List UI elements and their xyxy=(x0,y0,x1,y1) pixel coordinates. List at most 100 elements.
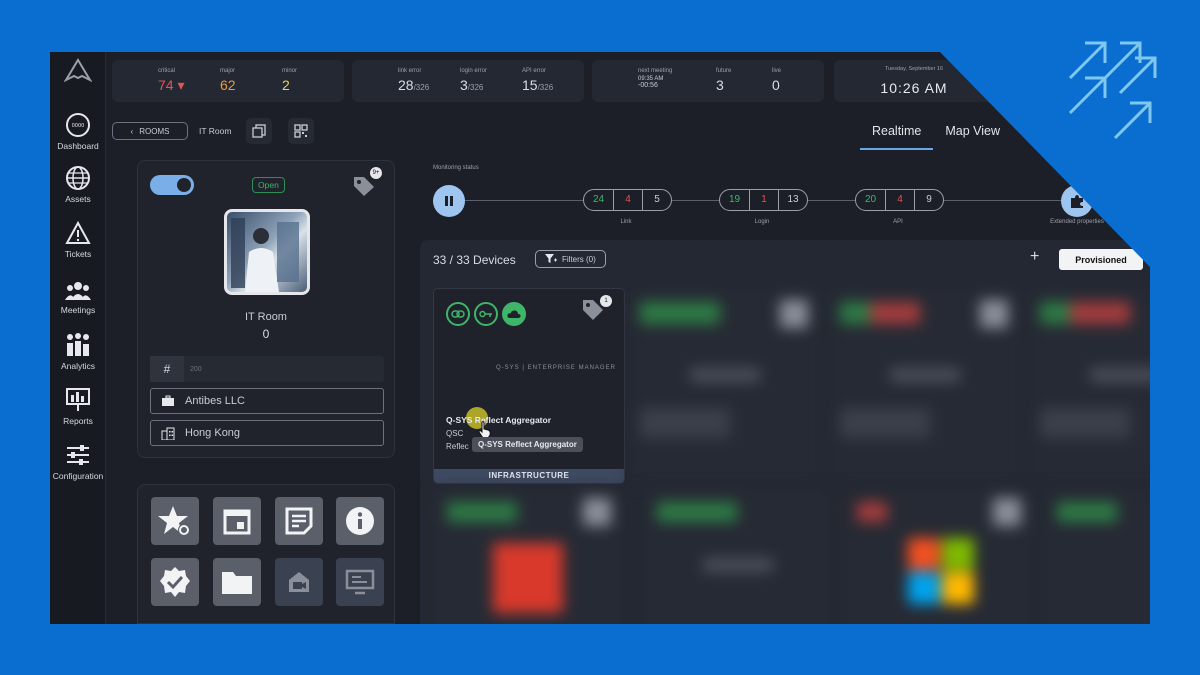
camera-tile[interactable] xyxy=(275,558,323,606)
analytics-icon xyxy=(67,333,89,356)
api-error-stat: API error 15/326 xyxy=(522,68,554,93)
sidebar-item-dashboard[interactable]: 0000 Dashboard xyxy=(50,112,106,151)
calendar-tile[interactable] xyxy=(213,497,261,545)
device-count: 33 / 33 Devices xyxy=(433,253,516,267)
briefcase-icon xyxy=(162,395,174,406)
api-status-group[interactable]: 20 4 9 xyxy=(855,189,944,211)
link-error-stat: link error 28/326 xyxy=(398,68,430,93)
room-enabled-toggle[interactable] xyxy=(150,175,194,195)
alerts-summary[interactable]: critical 74 ▾ major 62 minor 2 xyxy=(112,60,344,102)
login-status-label: Login xyxy=(754,219,770,225)
device-manufacturer: QSC xyxy=(446,429,464,438)
sidebar-item-label: Dashboard xyxy=(57,141,99,151)
major-stat: major 62 xyxy=(220,68,236,93)
login-status-group[interactable]: 19 1 13 xyxy=(719,189,808,211)
blurred-device-cards-row-2 xyxy=(433,488,1150,624)
device-category: INFRASTRUCTURE xyxy=(434,469,624,483)
api-status-indicator xyxy=(502,302,526,326)
live-meetings-stat: live 0 xyxy=(772,68,782,93)
star-gear-icon xyxy=(158,506,190,536)
favorites-settings-tile[interactable] xyxy=(151,497,199,545)
calendar-icon xyxy=(223,509,251,535)
sidebar-item-label: Reports xyxy=(63,416,93,426)
folder-icon xyxy=(222,572,252,594)
device-card[interactable]: 1 Q-SYS | ENTERPRISE MANAGER Q-SYS Refle… xyxy=(433,288,625,484)
display-icon xyxy=(345,569,375,595)
room-device-count: 0 xyxy=(262,327,270,341)
sidebar-item-label: Assets xyxy=(65,194,91,204)
camera-icon xyxy=(289,572,309,592)
notes-tile[interactable] xyxy=(275,497,323,545)
verified-icon xyxy=(160,567,190,597)
building-icon xyxy=(161,427,175,440)
svg-text:0000: 0000 xyxy=(72,123,85,129)
next-meeting-stat: next meeting 09:35 AM -00:56 xyxy=(638,68,673,89)
sidebar-item-label: Analytics xyxy=(60,361,95,371)
sidebar-item-tickets[interactable]: Tickets xyxy=(50,220,106,259)
tab-realtime[interactable]: Realtime xyxy=(860,120,934,150)
sidebar: 0000 Dashboard Assets Tickets Meetings A… xyxy=(50,52,106,624)
room-number-field[interactable]: # 200 xyxy=(150,356,384,382)
meetings-summary[interactable]: next meeting 09:35 AM -00:56 future 3 live 0 xyxy=(592,60,824,102)
critical-stat: critical 74 ▾ xyxy=(158,68,185,93)
pause-monitoring-button[interactable] xyxy=(433,185,465,217)
device-tag-count-badge: 1 xyxy=(600,295,612,307)
provisioned-filter-button[interactable]: Provisioned xyxy=(1059,249,1143,270)
files-tile[interactable] xyxy=(213,558,261,606)
device-product-line: Reflec xyxy=(446,442,469,451)
cloud-icon xyxy=(507,310,521,318)
login-error-stat: login error 3/326 xyxy=(460,68,488,93)
sidebar-item-assets[interactable]: Assets xyxy=(50,165,106,204)
pause-icon xyxy=(445,196,453,206)
sidebar-item-reports[interactable]: Reports xyxy=(50,387,106,426)
extended-properties-label: Extended properties xyxy=(1050,219,1104,225)
qr-code-button[interactable] xyxy=(288,118,314,144)
info-icon xyxy=(346,507,374,535)
dashboard-icon: 0000 xyxy=(66,113,90,137)
display-tile[interactable] xyxy=(336,558,384,606)
sliders-icon xyxy=(67,445,89,465)
sidebar-item-analytics[interactable]: Analytics xyxy=(50,332,106,371)
copy-icon xyxy=(252,124,266,138)
sidebar-item-label: Meetings xyxy=(60,305,96,315)
minor-stat: minor 2 xyxy=(282,68,298,93)
devices-panel: 33 / 33 Devices Filters (0) + Provisione… xyxy=(420,240,1150,624)
device-name-tooltip: Q-SYS Reflect Aggregator xyxy=(472,437,583,452)
room-details-card: Open 9+ IT Room 0 # 200 Antibes LLC Hong… xyxy=(137,160,395,458)
globe-icon xyxy=(66,166,90,190)
filters-button[interactable]: Filters (0) xyxy=(535,250,606,268)
tab-map-view[interactable]: Map View xyxy=(933,120,1012,150)
sidebar-item-meetings[interactable]: Meetings xyxy=(50,278,106,315)
device-tags-button[interactable]: 1 xyxy=(582,295,612,321)
tags-button[interactable]: 9+ xyxy=(352,167,382,197)
device-name: Q-SYS Reflect Aggregator xyxy=(446,415,552,425)
add-device-button[interactable]: + xyxy=(1030,248,1039,266)
room-photo xyxy=(224,209,310,295)
device-errors-summary[interactable]: link error 28/326 login error 3/326 API er… xyxy=(352,60,584,102)
location-field[interactable]: Hong Kong xyxy=(150,420,384,446)
chevron-left-icon: ‹ xyxy=(130,126,134,136)
api-status-label: API xyxy=(893,219,903,225)
tag-count-badge: 9+ xyxy=(370,167,382,179)
current-room-name: IT Room xyxy=(199,126,232,136)
logo-icon xyxy=(64,58,92,82)
reports-icon xyxy=(66,388,90,411)
info-tile[interactable] xyxy=(336,497,384,545)
monitoring-status-label: Monitoring status xyxy=(433,165,479,171)
copy-button[interactable] xyxy=(246,118,272,144)
link-status-group[interactable]: 24 4 5 xyxy=(583,189,672,211)
sidebar-item-configuration[interactable]: Configuration xyxy=(50,442,106,481)
arrows-logo-icon xyxy=(1068,41,1157,140)
future-meetings-stat: future 3 xyxy=(716,68,732,93)
company-field[interactable]: Antibes LLC xyxy=(150,388,384,414)
room-name: IT Room xyxy=(245,311,287,323)
link-icon xyxy=(451,310,465,318)
note-icon xyxy=(285,507,313,535)
back-to-rooms-button[interactable]: ‹ ROOMS xyxy=(112,122,188,140)
device-brand-logo: Q-SYS | ENTERPRISE MANAGER xyxy=(496,365,616,371)
verified-tile[interactable] xyxy=(151,558,199,606)
qr-code-icon xyxy=(294,124,308,138)
app-window: 0000 Dashboard Assets Tickets Meetings A… xyxy=(50,52,1150,624)
status-badge: Open xyxy=(252,177,285,193)
filter-icon xyxy=(545,254,557,263)
